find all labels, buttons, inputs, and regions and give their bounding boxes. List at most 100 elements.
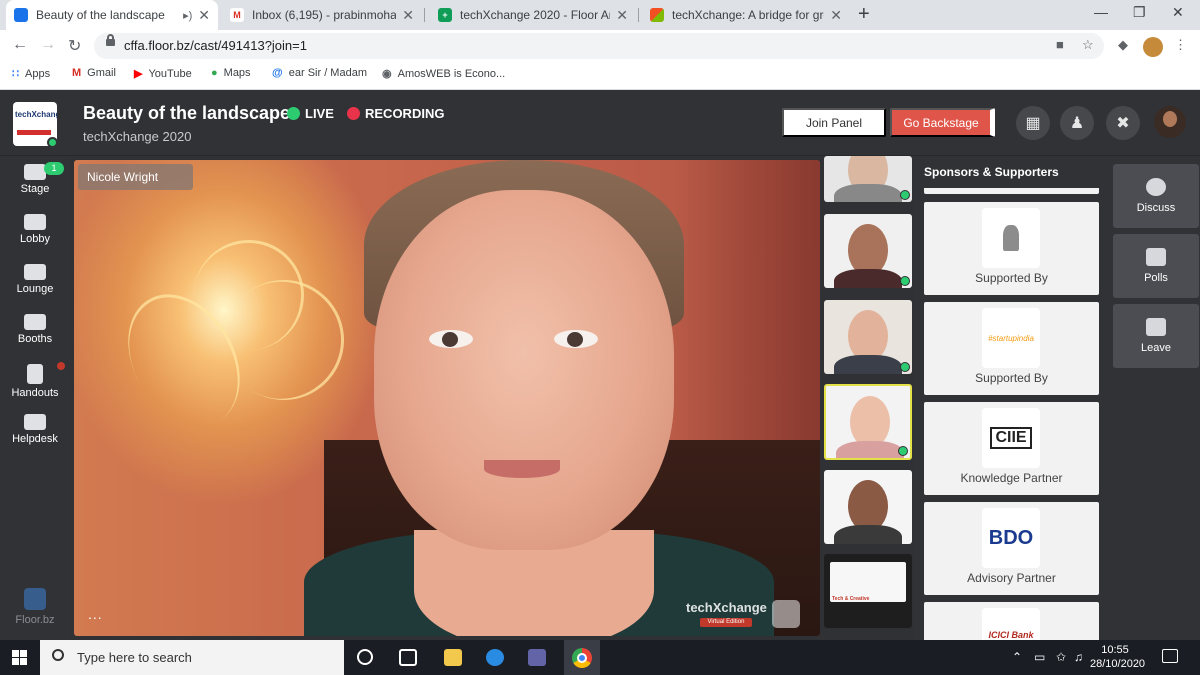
- task-view-icon[interactable]: [399, 649, 417, 666]
- user-avatar[interactable]: [1154, 106, 1186, 138]
- action-label: Discuss: [1136, 202, 1176, 214]
- wifi-icon[interactable]: ✩: [1056, 650, 1066, 664]
- gmail-icon: M: [72, 67, 82, 79]
- tab-separator: [424, 8, 425, 22]
- grid-view-icon[interactable]: ▦: [1016, 106, 1050, 140]
- file-explorer-icon[interactable]: [444, 649, 462, 666]
- sidebar-item-helpdesk[interactable]: Helpdesk: [0, 414, 70, 445]
- notifications-icon[interactable]: [1162, 649, 1178, 663]
- sponsor-card[interactable]: ICICI Bank: [924, 602, 1099, 640]
- tray-chevron-icon[interactable]: ⌃: [1012, 650, 1022, 664]
- action-label: Leave: [1141, 342, 1171, 354]
- browser-tab-gmail[interactable]: M Inbox (6,195) - prabinmohan99@ ✕: [222, 0, 422, 30]
- sponsor-card[interactable]: CIIE Knowledge Partner: [924, 402, 1099, 495]
- bookmark-sir-madam[interactable]: @ ear Sir / Madam: [272, 67, 367, 79]
- bookmarks-bar: ∷ Apps M Gmail ▶ YouTube ● Maps @ ear Sir / M…: [0, 62, 1200, 90]
- browser-tab-floor-artwork[interactable]: + techXchange 2020 - Floor Artwor ✕: [430, 0, 636, 30]
- main-video-feed[interactable]: Nicole Wright ... techXchange Virtual Ed…: [74, 160, 820, 636]
- sidebar-item-lobby[interactable]: Lobby: [0, 214, 70, 245]
- close-window-icon[interactable]: ✕: [1172, 4, 1184, 21]
- forward-arrow-icon[interactable]: →: [40, 36, 56, 54]
- close-tab-icon[interactable]: ✕: [830, 7, 842, 24]
- gmail-favicon-icon: M: [230, 8, 244, 22]
- participant-thumb[interactable]: [824, 300, 912, 374]
- bookmark-label: ear Sir / Madam: [288, 67, 367, 79]
- sponsor-card[interactable]: BDO Advisory Partner: [924, 502, 1099, 595]
- cortana-icon[interactable]: [357, 649, 373, 665]
- bookmark-maps[interactable]: ● Maps: [211, 67, 251, 79]
- sidebar-item-label: Handouts: [11, 387, 59, 399]
- add-user-icon[interactable]: ♟: [1060, 106, 1094, 140]
- govt-emblem-icon: [1003, 225, 1019, 251]
- windows-start-icon[interactable]: [12, 650, 27, 665]
- bookmark-amosweb[interactable]: ◉ AmosWEB is Econo...: [382, 67, 506, 81]
- extensions-puzzle-icon[interactable]: ◆: [1118, 37, 1128, 53]
- floor-label: Floor.bz: [15, 614, 55, 626]
- floor-bz-brand[interactable]: Floor.bz: [10, 588, 60, 626]
- participant-thumb[interactable]: [824, 214, 912, 288]
- bookmark-gmail[interactable]: M Gmail: [72, 67, 116, 79]
- reload-icon[interactable]: ↻: [68, 36, 81, 56]
- presentation-thumb[interactable]: Tech & Creative: [824, 554, 912, 628]
- search-icon: [52, 649, 64, 661]
- new-tab-button[interactable]: +: [858, 3, 870, 26]
- speaker-name-tag: Nicole Wright: [78, 164, 193, 190]
- join-panel-button[interactable]: Join Panel: [782, 108, 886, 137]
- edge-icon[interactable]: [486, 649, 504, 666]
- speaker-audio-icon[interactable]: ▸): [183, 9, 192, 22]
- participant-shoulders: [834, 269, 902, 288]
- address-bar[interactable]: cffa.floor.bz/cast/491413?join=1 ■ ☆: [94, 33, 1104, 59]
- participant-thumb[interactable]: [824, 156, 912, 202]
- bookmark-youtube[interactable]: ▶ YouTube: [134, 67, 192, 81]
- go-backstage-button[interactable]: Go Backstage: [890, 108, 995, 137]
- minimize-icon[interactable]: —: [1094, 4, 1108, 20]
- sidebar-item-lounge[interactable]: Lounge: [0, 264, 70, 295]
- video-options-icon[interactable]: ...: [88, 606, 103, 622]
- tab-title: techXchange: A bridge for growth: [672, 8, 824, 22]
- tools-icon[interactable]: ✖: [1106, 106, 1140, 140]
- participant-thumb-selected[interactable]: [824, 384, 912, 460]
- ciie-logo: CIIE: [990, 427, 1032, 449]
- bookmark-label: AmosWEB is Econo...: [397, 67, 506, 80]
- profile-avatar[interactable]: [1143, 37, 1163, 57]
- sidebar-item-booths[interactable]: Booths: [0, 314, 70, 345]
- browser-tab-techxchange[interactable]: techXchange: A bridge for growth ✕: [642, 0, 850, 30]
- chrome-icon[interactable]: [572, 648, 592, 668]
- browser-tab-strip: Beauty of the landscape ▸) ✕ M Inbox (6,…: [0, 0, 1200, 30]
- participant-thumb[interactable]: [824, 470, 912, 544]
- microsoft-favicon-icon: [650, 8, 664, 22]
- leave-button[interactable]: Leave: [1113, 304, 1199, 368]
- tab-title: Beauty of the landscape: [36, 8, 165, 22]
- teams-icon[interactable]: [528, 649, 546, 666]
- polls-button[interactable]: Polls: [1113, 234, 1199, 298]
- close-tab-icon[interactable]: ✕: [198, 7, 210, 24]
- sponsors-panel: Sponsors & Supporters Supported By #star…: [914, 156, 1106, 640]
- url-text[interactable]: cffa.floor.bz/cast/491413?join=1: [124, 38, 307, 53]
- taskbar-search[interactable]: Type here to search: [40, 640, 344, 675]
- menu-kebab-icon[interactable]: ⋮: [1174, 37, 1187, 53]
- participant-shoulders: [834, 525, 902, 544]
- restore-icon[interactable]: ❐: [1133, 4, 1146, 21]
- browser-tab-beauty[interactable]: Beauty of the landscape ▸) ✕: [6, 0, 218, 30]
- bookmark-star-icon[interactable]: ☆: [1082, 37, 1094, 53]
- camera-indicator-icon[interactable]: ■: [1056, 37, 1064, 52]
- speaker-face: [374, 190, 674, 550]
- sponsor-logo: CIIE: [982, 408, 1040, 468]
- close-tab-icon[interactable]: ✕: [616, 7, 628, 24]
- clock-date: 28/10/2020: [1090, 658, 1146, 670]
- lock-icon[interactable]: [106, 34, 115, 46]
- bookmark-apps[interactable]: ∷ Apps: [12, 67, 50, 81]
- volume-icon[interactable]: ♫: [1074, 650, 1083, 664]
- amosweb-icon: ◉: [382, 68, 392, 80]
- close-tab-icon[interactable]: ✕: [402, 7, 414, 24]
- battery-icon[interactable]: ▭: [1034, 650, 1045, 664]
- sponsor-card[interactable]: #startupindia Supported By: [924, 302, 1099, 395]
- exit-icon: [1146, 318, 1166, 336]
- back-arrow-icon[interactable]: ←: [12, 36, 28, 54]
- browser-toolbar: ← → ↻ cffa.floor.bz/cast/491413?join=1 ■…: [0, 30, 1200, 62]
- booth-icon: [24, 314, 46, 330]
- taskbar-clock[interactable]: 10:55 28/10/2020: [1090, 643, 1146, 671]
- sponsor-card-partial[interactable]: [924, 188, 1099, 194]
- sponsor-card[interactable]: Supported By: [924, 202, 1099, 295]
- discuss-button[interactable]: Discuss: [1113, 164, 1199, 228]
